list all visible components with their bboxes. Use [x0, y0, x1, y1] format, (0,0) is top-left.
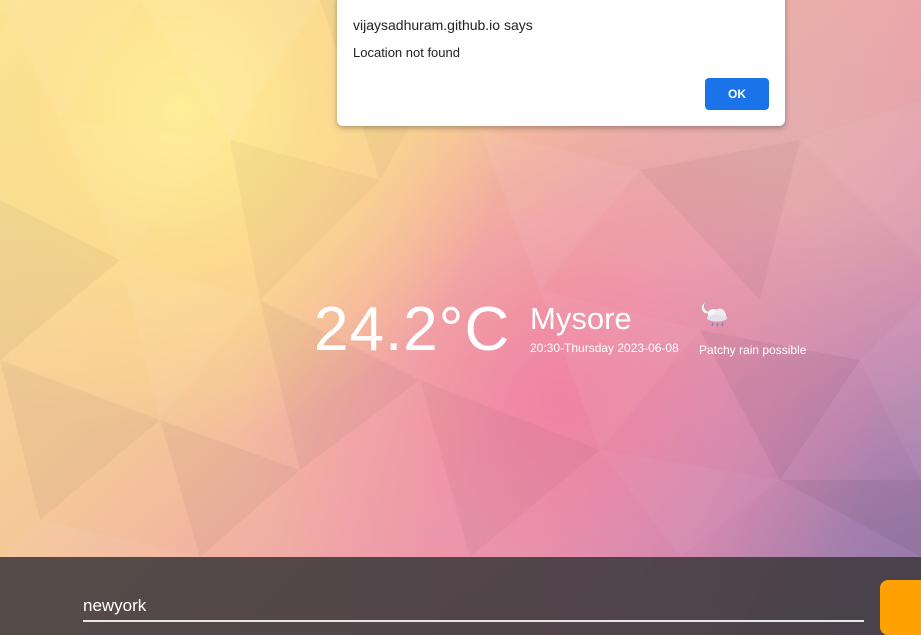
dialog-title: vijaysadhuram.github.io says	[353, 17, 533, 33]
ok-button[interactable]: OK	[705, 78, 769, 110]
alert-dialog: vijaysadhuram.github.io says Location no…	[337, 0, 785, 126]
city-name: Mysore	[530, 301, 632, 336]
app-background: 24.2°C Mysore 20:30-Thursday 2023-06-08 …	[0, 0, 921, 635]
temperature-value: 24.2°C	[314, 295, 511, 364]
weather-condition: Patchy rain possible	[699, 343, 807, 357]
night-cloud-rain-icon	[701, 301, 727, 327]
dialog-message: Location not found	[353, 45, 460, 60]
search-button[interactable]	[880, 580, 921, 635]
location-search-input[interactable]	[83, 592, 864, 622]
date-time: 20:30-Thursday 2023-06-08	[530, 341, 679, 355]
